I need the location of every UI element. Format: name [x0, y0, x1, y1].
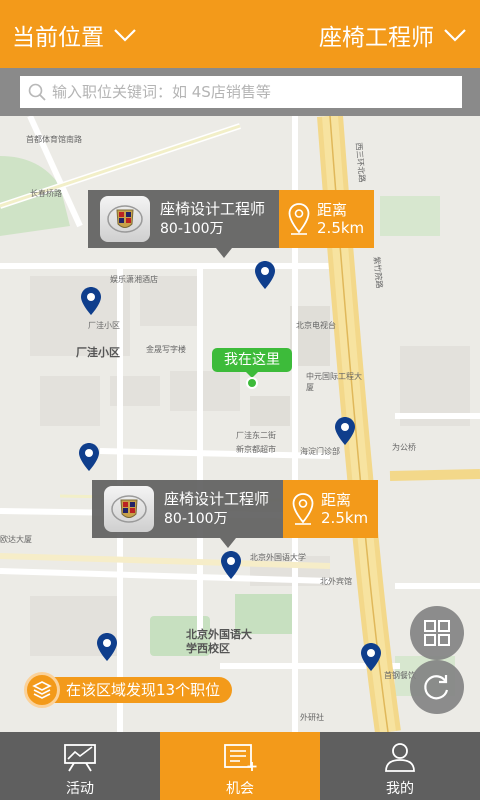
location-selector[interactable]: 当前位置	[12, 18, 138, 52]
job-pin[interactable]	[80, 286, 102, 316]
job-pin[interactable]	[96, 632, 118, 662]
location-pin-icon	[292, 493, 314, 525]
job-pin[interactable]	[254, 260, 276, 290]
map-label: 首都体育馆南路	[26, 135, 82, 144]
job-card[interactable]: 座椅设计工程师 80-100万 距离 2.5km	[88, 190, 375, 258]
chevron-down-icon	[114, 29, 136, 42]
job-pin[interactable]	[220, 550, 242, 580]
job-distance: 距离 2.5km	[283, 480, 379, 538]
grid-view-button[interactable]	[410, 606, 464, 660]
map-label: 金晟写字楼	[146, 345, 186, 354]
tab-mine[interactable]: 我的	[320, 732, 480, 800]
distance-label: 距离	[321, 491, 352, 509]
list-add-icon	[224, 744, 257, 771]
company-logo-icon	[100, 196, 150, 242]
my-location-bubble: 我在这里	[212, 348, 292, 378]
map-label: 为公桥	[392, 443, 416, 452]
job-filter-selector[interactable]: 座椅工程师	[319, 18, 468, 52]
jobs-found-badge[interactable]: 在该区域发现13个职位	[24, 672, 233, 708]
map-label: 厂洼小区	[88, 321, 120, 330]
job-salary: 80-100万	[164, 511, 228, 527]
person-icon	[385, 743, 415, 772]
map-label: 北外宾馆	[320, 577, 352, 586]
job-card-info: 座椅设计工程师 80-100万	[92, 480, 284, 538]
search-icon	[28, 83, 46, 101]
map-label: 中元国际工程大厦	[306, 372, 362, 392]
tab-label: 活动	[66, 781, 94, 797]
map-label: 长春桥路	[30, 189, 62, 198]
map-label: 欧达大厦	[0, 535, 32, 544]
district-label: 厂洼小区	[76, 346, 120, 359]
tab-label: 我的	[386, 781, 414, 797]
map-label: 新京都超市	[236, 445, 276, 454]
map-view[interactable]: 首都体育馆南路 长春桥路 娱乐潇湘酒店 厂洼小区 厂洼小区 金晟写字楼 北京电视…	[0, 116, 480, 732]
grid-icon	[424, 620, 450, 646]
top-bar: 当前位置 座椅工程师	[0, 0, 480, 68]
job-title: 座椅设计工程师	[164, 490, 270, 508]
map-label: 海淀门诊部	[300, 447, 340, 456]
job-card-info: 座椅设计工程师 80-100万	[88, 190, 280, 248]
location-pin-icon	[288, 203, 310, 235]
distance-value: 2.5km	[321, 509, 369, 527]
chevron-down-icon	[444, 29, 466, 42]
job-title: 座椅设计工程师	[160, 200, 266, 218]
job-pin[interactable]	[360, 642, 382, 672]
refresh-button[interactable]	[410, 660, 464, 714]
tab-activity[interactable]: 活动	[0, 732, 160, 800]
jobs-found-text: 在该区域发现13个职位	[46, 677, 233, 703]
tab-opportunity[interactable]: 机会	[160, 732, 320, 800]
search-bar	[0, 68, 480, 116]
distance-value: 2.5km	[317, 219, 365, 237]
job-pin[interactable]	[78, 442, 100, 472]
job-card[interactable]: 座椅设计工程师 80-100万 距离 2.5km	[92, 480, 379, 548]
map-label: 厂洼东二街	[236, 431, 276, 440]
map-label: 外研社	[300, 713, 324, 722]
layers-icon	[24, 672, 60, 708]
job-pin[interactable]	[334, 416, 356, 446]
search-input[interactable]	[52, 83, 442, 101]
distance-label: 距离	[317, 201, 348, 219]
refresh-icon	[424, 675, 449, 700]
location-label: 当前位置	[12, 25, 104, 51]
job-filter-label: 座椅工程师	[319, 25, 434, 51]
search-box[interactable]	[20, 76, 462, 108]
tab-label: 机会	[226, 781, 254, 797]
my-location-dot	[246, 377, 258, 389]
job-salary: 80-100万	[160, 221, 224, 237]
bottom-tab-bar: 活动 机会 我的	[0, 732, 480, 800]
district-label: 北京外国语大学西校区	[186, 628, 252, 655]
easel-icon	[64, 744, 96, 772]
company-logo-icon	[104, 486, 154, 532]
map-label: 北京电视台	[296, 321, 336, 330]
map-label: 北京外国语大学	[250, 553, 306, 562]
map-label: 娱乐潇湘酒店	[110, 275, 158, 284]
job-distance: 距离 2.5km	[279, 190, 375, 248]
